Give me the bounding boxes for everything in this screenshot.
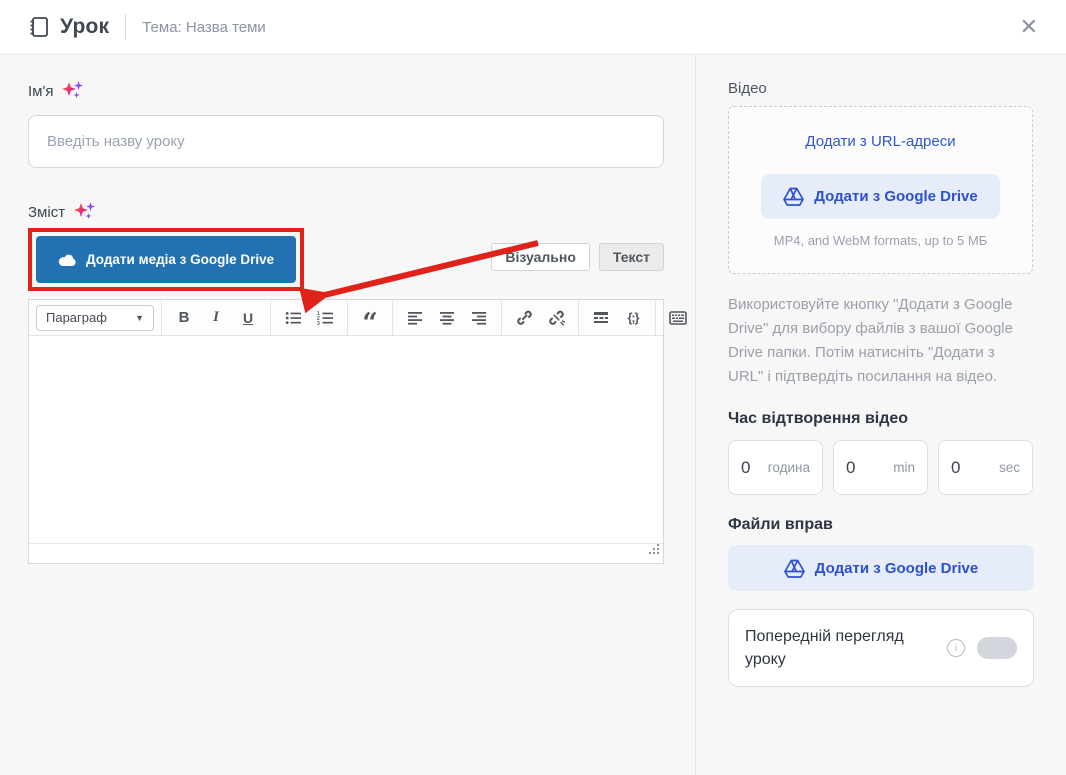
underline-button[interactable]: U	[233, 304, 263, 332]
name-label: Ім'я	[28, 82, 54, 100]
ai-sparkles-icon[interactable]	[61, 80, 85, 102]
annotation-highlight-box: Додати медіа з Google Drive	[28, 228, 305, 291]
insert-link-icon[interactable]	[509, 304, 539, 332]
page-title: Урок	[60, 15, 110, 38]
align-right-button[interactable]	[464, 304, 494, 332]
blockquote-button[interactable]: “	[355, 304, 385, 337]
lesson-book-icon	[28, 15, 50, 39]
keyboard-shortcuts-icon[interactable]	[663, 304, 693, 332]
video-section-label: Відео	[728, 80, 767, 97]
italic-button[interactable]: I	[201, 304, 231, 332]
files-add-google-drive-button[interactable]: Додати з Google Drive	[728, 545, 1034, 591]
lesson-name-input[interactable]	[28, 115, 664, 168]
content-field-label-row: Зміст	[28, 201, 664, 223]
exercise-files-heading: Файли вправ	[728, 516, 833, 533]
code-button[interactable]: {;}	[618, 304, 648, 332]
add-from-url-link[interactable]: Додати з URL-адреси	[805, 133, 955, 150]
header-divider	[125, 14, 127, 40]
cloud-icon	[58, 254, 76, 266]
bulleted-list-button[interactable]	[278, 304, 308, 332]
paragraph-format-dropdown[interactable]: Параграф ▼	[36, 304, 154, 331]
content-editor: Параграф ▼ B I U 1 2 3 “ {;}	[28, 299, 687, 564]
hours-field[interactable]: 0 година	[728, 440, 823, 495]
preview-label: Попередній перегляд уроку	[745, 628, 904, 668]
google-drive-icon	[783, 559, 805, 578]
numbered-list-button[interactable]: 1 2 3	[310, 304, 340, 332]
editor-text-area[interactable]	[29, 336, 663, 543]
google-drive-icon	[783, 187, 805, 206]
chevron-down-icon: ▼	[135, 312, 144, 323]
duration-heading: Час відтворення відео	[728, 410, 909, 427]
tab-text[interactable]: Текст	[598, 242, 664, 271]
topic-subtitle: Тема: Назва теми	[142, 18, 266, 36]
ai-sparkles-icon[interactable]	[73, 201, 97, 223]
add-media-from-google-drive-button[interactable]: Додати медіа з Google Drive	[36, 236, 297, 283]
seconds-field[interactable]: 0 sec	[938, 440, 1033, 495]
unlink-icon[interactable]	[541, 304, 571, 332]
video-add-google-drive-button[interactable]: Додати з Google Drive	[761, 173, 1000, 219]
info-icon[interactable]: i	[947, 639, 965, 657]
content-label: Зміст	[28, 203, 66, 221]
video-help-text: Використовуйте кнопку "Додати з Google D…	[728, 296, 1013, 385]
minutes-field[interactable]: 0 min	[833, 440, 928, 495]
editor-toolbar: Параграф ▼ B I U 1 2 3 “ {;}	[29, 300, 687, 337]
align-center-button[interactable]	[432, 304, 462, 332]
svg-text:3: 3	[317, 321, 320, 326]
preview-toggle[interactable]	[977, 637, 1017, 659]
tab-visual[interactable]: Візуально	[491, 242, 590, 271]
close-icon[interactable]: ✕	[1020, 16, 1038, 38]
duration-fields: 0 година 0 min 0 sec	[728, 440, 1033, 495]
modal-header: Урок Тема: Назва теми ✕	[0, 0, 1066, 55]
lesson-settings-sidebar: Відео Додати з URL-адреси Додати з Googl…	[695, 55, 1066, 775]
editor-status-bar	[29, 543, 663, 563]
align-left-button[interactable]	[400, 304, 430, 332]
video-dropzone: Додати з URL-адреси Додати з Google Driv…	[728, 106, 1033, 274]
lesson-form: Ім'я Змі	[0, 55, 695, 775]
video-formats-note: MP4, and WebM formats, up to 5 МБ	[773, 232, 988, 248]
name-field-label-row: Ім'я	[28, 80, 664, 102]
more-tag-icon[interactable]	[586, 304, 616, 332]
bold-button[interactable]: B	[169, 304, 199, 332]
lesson-preview-card: Попередній перегляд уроку i	[728, 609, 1034, 687]
resize-grip-icon[interactable]	[648, 542, 660, 560]
